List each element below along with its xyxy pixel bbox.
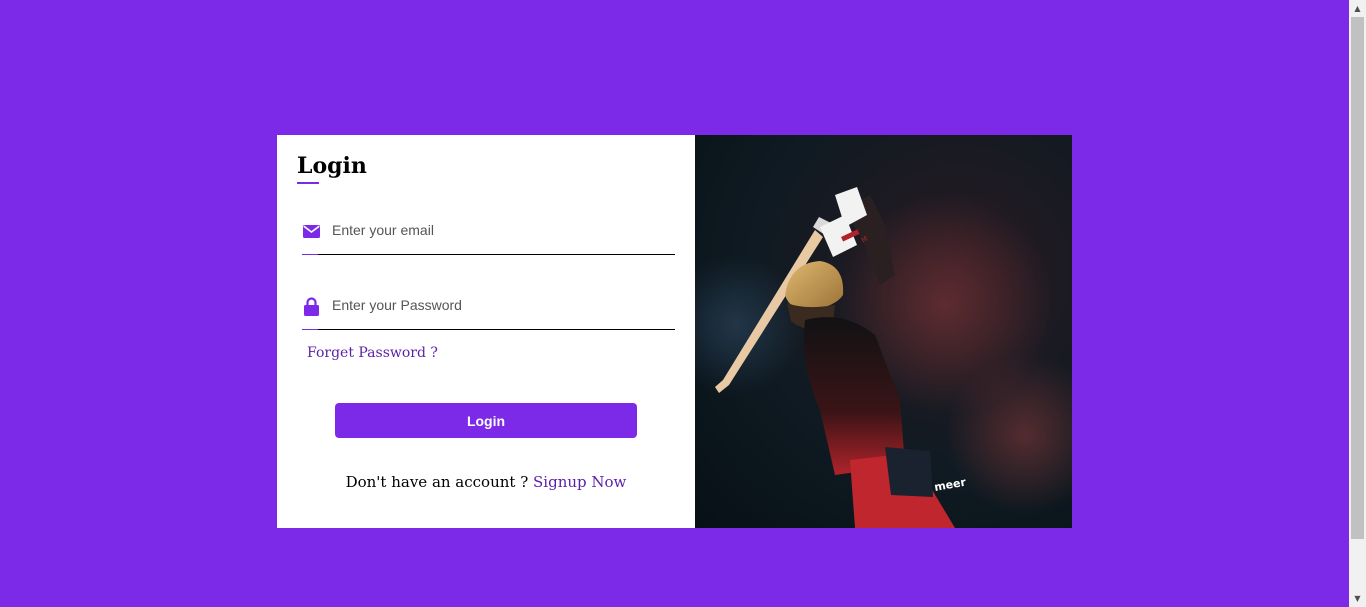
form-title: Login bbox=[297, 153, 367, 179]
login-button[interactable]: Login bbox=[335, 403, 637, 438]
email-underline bbox=[302, 254, 675, 255]
login-card: Login Enter your email Forget Password ?… bbox=[277, 135, 1072, 528]
cricket-player-image: meer M bbox=[695, 135, 1072, 528]
page-background: Login Enter your email Forget Password ?… bbox=[0, 0, 1349, 607]
password-field bbox=[302, 280, 675, 330]
lock-icon bbox=[302, 296, 320, 316]
title-underline bbox=[297, 182, 319, 184]
forgot-password-link[interactable]: Forget Password ? bbox=[307, 345, 438, 361]
svg-text:meer: meer bbox=[933, 476, 967, 494]
envelope-icon bbox=[302, 221, 320, 241]
login-form: Login Enter your email Forget Password ?… bbox=[277, 135, 695, 528]
email-underline-accent bbox=[302, 254, 318, 255]
scroll-up-icon[interactable]: ▲ bbox=[1349, 0, 1366, 17]
password-underline bbox=[302, 329, 675, 330]
email-input[interactable] bbox=[332, 217, 662, 243]
password-underline-accent bbox=[302, 329, 318, 330]
scrollbar-thumb[interactable] bbox=[1351, 17, 1364, 539]
signup-prompt: Don't have an account ? bbox=[345, 473, 529, 491]
password-input[interactable] bbox=[332, 292, 662, 318]
signup-row: Don't have an account ? Signup Now bbox=[277, 473, 695, 491]
email-field bbox=[302, 205, 675, 255]
vertical-scrollbar[interactable]: ▲ ▼ bbox=[1349, 0, 1366, 607]
signup-link[interactable]: Signup Now bbox=[533, 473, 626, 491]
scroll-down-icon[interactable]: ▼ bbox=[1349, 590, 1366, 607]
